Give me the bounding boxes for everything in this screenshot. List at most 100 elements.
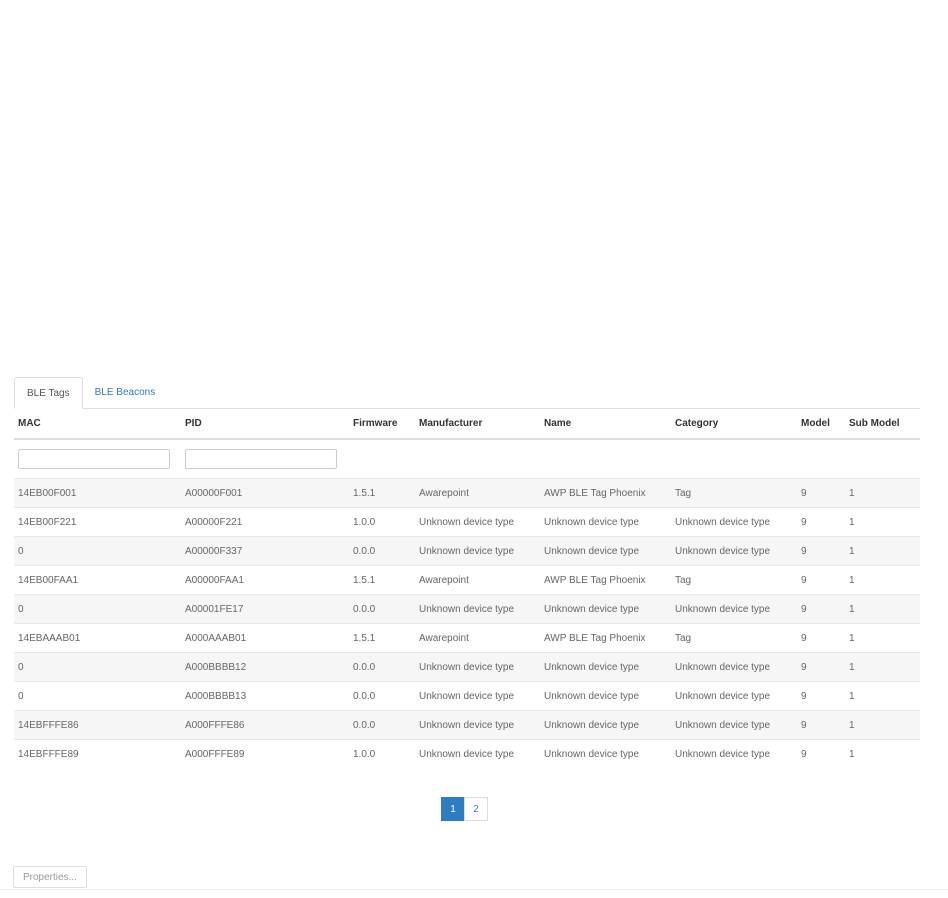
cell-sub-model: 1 [845,536,920,566]
devices-table: MAC PID Firmware Manufacturer Name Categ… [14,409,920,768]
cell-name: Unknown device type [540,536,671,566]
cell-mac: 14EB00FAA1 [14,565,181,595]
cell-manufacturer: Unknown device type [415,681,540,711]
cell-model: 9 [797,739,845,768]
properties-button[interactable]: Properties... [13,866,87,888]
cell-pid: A00001FE17 [181,594,349,624]
col-header-category[interactable]: Category [671,409,797,440]
cell-firmware: 0.0.0 [349,652,415,682]
cell-model: 9 [797,623,845,653]
cell-name: Unknown device type [540,507,671,537]
table-row[interactable]: 0 A000BBBB13 0.0.0 Unknown device type Unkno… [14,681,920,711]
cell-category: Unknown device type [671,507,797,537]
cell-category: Unknown device type [671,739,797,768]
col-header-mac[interactable]: MAC [14,409,181,440]
table-row[interactable]: 14EBFFFE89 A000FFFE89 1.0.0 Unknown device … [14,739,920,768]
cell-name: Unknown device type [540,710,671,740]
table-row[interactable]: 14EB00FAA1 A00000FAA1 1.5.1 Awarepoint AWP B… [14,565,920,595]
cell-category: Unknown device type [671,536,797,566]
table-row[interactable]: 0 A000BBBB12 0.0.0 Unknown device type Unkno… [14,652,920,682]
cell-pid: A00000FAA1 [181,565,349,595]
cell-manufacturer: Unknown device type [415,507,540,537]
cell-mac: 0 [14,594,181,624]
cell-sub-model: 1 [845,478,920,508]
col-header-name[interactable]: Name [540,409,671,440]
cell-firmware: 1.5.1 [349,623,415,653]
cell-manufacturer: Awarepoint [415,623,540,653]
header-row: MAC PID Firmware Manufacturer Name Categ… [14,409,920,440]
cell-model: 9 [797,507,845,537]
cell-manufacturer: Unknown device type [415,536,540,566]
cell-category: Unknown device type [671,681,797,711]
cell-firmware: 1.5.1 [349,478,415,508]
cell-pid: A000AAAB01 [181,623,349,653]
cell-mac: 0 [14,652,181,682]
cell-model: 9 [797,681,845,711]
cell-mac: 14EBAAAB01 [14,623,181,653]
cell-firmware: 1.0.0 [349,739,415,768]
cell-firmware: 0.0.0 [349,710,415,740]
cell-mac: 0 [14,681,181,711]
cell-manufacturer: Unknown device type [415,652,540,682]
cell-mac: 14EBFFFE89 [14,739,181,768]
cell-sub-model: 1 [845,507,920,537]
cell-model: 9 [797,536,845,566]
col-header-firmware[interactable]: Firmware [349,409,415,440]
cell-name: AWP BLE Tag Phoenix [540,478,671,508]
cell-pid: A000BBBB12 [181,652,349,682]
cell-pid: A000FFFE89 [181,739,349,768]
cell-firmware: 0.0.0 [349,681,415,711]
cell-pid: A000FFFE86 [181,710,349,740]
col-header-model[interactable]: Model [797,409,845,440]
cell-model: 9 [797,594,845,624]
col-header-manufacturer[interactable]: Manufacturer [415,409,540,440]
cell-sub-model: 1 [845,681,920,711]
tab-ble-tags[interactable]: BLE Tags [14,377,83,409]
cell-model: 9 [797,478,845,508]
cell-name: Unknown device type [540,594,671,624]
page-1-button[interactable]: 1 [441,797,465,821]
cell-manufacturer: Awarepoint [415,478,540,508]
cell-firmware: 0.0.0 [349,536,415,566]
cell-mac: 0 [14,536,181,566]
table-row[interactable]: 0 A00001FE17 0.0.0 Unknown device type Unkno… [14,594,920,624]
table-row[interactable]: 14EB00F221 A00000F221 1.0.0 Unknown device … [14,507,920,537]
table-row[interactable]: 14EBAAAB01 A000AAAB01 1.5.1 Awarepoint AWP B… [14,623,920,653]
cell-mac: 14EBFFFE86 [14,710,181,740]
cell-sub-model: 1 [845,710,920,740]
pid-filter-input[interactable] [185,449,337,469]
cell-category: Unknown device type [671,652,797,682]
cell-model: 9 [797,565,845,595]
cell-manufacturer: Unknown device type [415,739,540,768]
col-header-pid[interactable]: PID [181,409,349,440]
tab-bar: BLE Tags BLE Beacons [14,377,920,409]
tab-ble-beacons[interactable]: BLE Beacons [83,377,168,408]
cell-mac: 14EB00F001 [14,478,181,508]
cell-sub-model: 1 [845,739,920,768]
mac-filter-input[interactable] [18,449,170,469]
table-row[interactable]: 0 A00000F337 0.0.0 Unknown device type Unkno… [14,536,920,566]
filter-row [14,439,920,479]
cell-name: AWP BLE Tag Phoenix [540,565,671,595]
cell-category: Unknown device type [671,594,797,624]
cell-sub-model: 1 [845,652,920,682]
cell-firmware: 1.5.1 [349,565,415,595]
cell-category: Unknown device type [671,710,797,740]
table-row[interactable]: 14EB00F001 A00000F001 1.5.1 Awarepoint AWP B… [14,478,920,508]
cell-manufacturer: Unknown device type [415,594,540,624]
cell-name: Unknown device type [540,739,671,768]
device-panel: BLE Tags BLE Beacons MAC PID Firmware Ma… [14,377,920,768]
cell-pid: A00000F337 [181,536,349,566]
cell-manufacturer: Unknown device type [415,710,540,740]
cell-model: 9 [797,652,845,682]
pagination: 1 2 [441,797,488,821]
cell-mac: 14EB00F221 [14,507,181,537]
table-row[interactable]: 14EBFFFE86 A000FFFE86 0.0.0 Unknown device … [14,710,920,740]
cell-model: 9 [797,710,845,740]
cell-category: Tag [671,565,797,595]
col-header-sub-model[interactable]: Sub Model [845,409,920,440]
cell-category: Tag [671,478,797,508]
cell-sub-model: 1 [845,565,920,595]
cell-name: AWP BLE Tag Phoenix [540,623,671,653]
page-2-button[interactable]: 2 [464,797,488,821]
